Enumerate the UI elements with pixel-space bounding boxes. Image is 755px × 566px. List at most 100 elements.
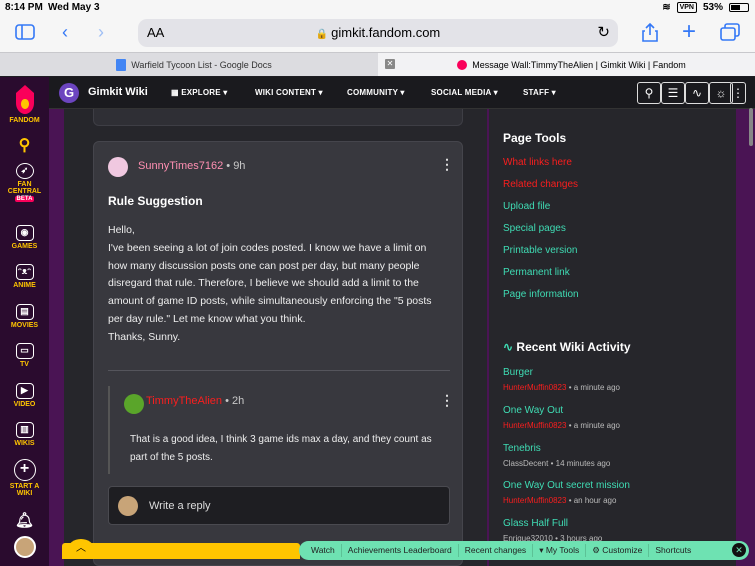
activity-user[interactable]: HunterMuffin0823	[503, 383, 566, 392]
search-icon[interactable]: ⚲	[0, 135, 49, 155]
current-user-avatar	[118, 496, 138, 516]
tabs-overview-icon[interactable]	[717, 20, 743, 44]
rail-video[interactable]: ▶ VIDEO	[0, 383, 49, 408]
rail-label: WIKIS	[14, 440, 35, 447]
tab-title: Warfield Tycoon List - Google Docs	[131, 59, 272, 70]
rail-fan-central[interactable]: ➶ FAN CENTRAL BETA	[0, 163, 49, 202]
play-icon: ▶	[15, 383, 34, 399]
tool-permanent-link[interactable]: Permanent link	[503, 267, 570, 278]
body-paragraph: Thanks, Sunny.	[108, 330, 181, 343]
nav-staff[interactable]: STAFF ▾	[523, 88, 556, 97]
activity-page-link[interactable]: One Way Out	[503, 405, 563, 416]
activity-user[interactable]: HunterMuffin0823	[503, 496, 566, 505]
fandom-logo[interactable]: FANDOM	[0, 83, 49, 124]
user-avatar[interactable]	[0, 536, 49, 558]
reply-options-icon[interactable]: ⋮	[440, 392, 454, 409]
wiki-title[interactable]: Gimkit Wiki	[88, 86, 148, 98]
tool-upload-file[interactable]: Upload file	[503, 201, 550, 212]
global-toolbar: Watch Achievements Leaderboard Recent ch…	[299, 541, 749, 560]
rail-wikis[interactable]: ▥ WIKIS	[0, 422, 49, 447]
notifications-bell-icon[interactable]: 🔔︎	[0, 511, 49, 529]
reply-input[interactable]: Write a reply	[108, 486, 450, 525]
forward-icon[interactable]: ›	[88, 20, 114, 44]
vpn-icon: VPN	[676, 2, 697, 13]
author-avatar[interactable]	[108, 157, 128, 177]
close-tab-icon[interactable]: ✕	[385, 59, 395, 69]
lock-icon: 🔒	[315, 29, 329, 40]
sidebar-toggle-icon[interactable]	[12, 20, 38, 44]
discussions-icon[interactable]: ☰	[661, 82, 685, 104]
new-message-card[interactable]	[93, 109, 463, 126]
wiki-search-icon[interactable]: ⚲	[637, 82, 661, 104]
activity-meta: ClassDecent • 14 minutes ago	[503, 459, 611, 468]
post-time: 9h	[233, 160, 246, 172]
rail-anime[interactable]: ᵔᴥᵔ ANIME	[0, 264, 49, 289]
watch-button[interactable]: Watch	[305, 544, 342, 557]
activity-user[interactable]: HunterMuffin0823	[503, 421, 566, 430]
tool-page-information[interactable]: Page information	[503, 289, 579, 300]
status-date: Wed May 3	[48, 2, 100, 13]
tab-message-wall[interactable]: Message Wall:TimmyTheAlien | Gimkit Wiki…	[378, 53, 755, 76]
tool-printable-version[interactable]: Printable version	[503, 245, 577, 256]
nav-explore[interactable]: ▦ EXPLORE ▾	[171, 88, 227, 97]
activity-page-link[interactable]: Tenebris	[503, 443, 541, 454]
share-icon[interactable]	[637, 20, 663, 44]
customize-button[interactable]: ⚙ Customize	[586, 544, 650, 557]
scrollbar[interactable]	[749, 108, 753, 146]
rail-movies[interactable]: ▤ MOVIES	[0, 304, 49, 329]
activity-user[interactable]: ClassDecent	[503, 459, 548, 468]
rocket-icon: ➶	[15, 163, 34, 179]
reply-placeholder: Write a reply	[149, 500, 211, 512]
rail-label: MOVIES	[10, 322, 39, 329]
gimkit-logo[interactable]: G	[59, 83, 79, 103]
tool-special-pages[interactable]: Special pages	[503, 223, 566, 234]
shortcuts-button[interactable]: Shortcuts	[649, 544, 697, 557]
close-toolbar-icon[interactable]: ✕	[732, 543, 746, 557]
rail-start-wiki[interactable]: + START A WIKI	[0, 459, 49, 497]
tool-what-links-here[interactable]: What links here	[503, 157, 572, 168]
activity-page-link[interactable]: One Way Out secret mission	[503, 480, 630, 491]
new-tab-icon[interactable]: +	[676, 18, 702, 45]
wifi-icon: ≋	[662, 2, 671, 13]
activity-meta: HunterMuffin0823 • an hour ago	[503, 496, 617, 505]
tab-title: Message Wall:TimmyTheAlien | Gimkit Wiki…	[472, 59, 686, 70]
recent-changes-button[interactable]: Recent changes	[459, 544, 534, 557]
back-icon[interactable]: ‹	[52, 20, 78, 44]
message-wall: SunnyTimes7162 • 9h ⋮ Rule Suggestion He…	[64, 109, 487, 566]
reload-icon[interactable]: ↻	[597, 23, 610, 41]
plus-icon: +	[13, 459, 36, 481]
reply-avatar[interactable]	[124, 394, 144, 414]
page-tools-title: Page Tools	[503, 131, 567, 145]
rail-tv[interactable]: ▭ TV	[0, 343, 49, 368]
reply-author[interactable]: TimmyTheAlien	[146, 395, 222, 407]
activity-page-link[interactable]: Glass Half Full	[503, 518, 568, 529]
tab-google-docs[interactable]: Warfield Tycoon List - Google Docs	[0, 53, 378, 76]
nav-wiki-content[interactable]: WIKI CONTENT ▾	[255, 88, 323, 97]
beta-badge: BETA	[14, 196, 35, 202]
activity-icon: ∿	[503, 340, 514, 354]
post-author[interactable]: SunnyTimes7162	[138, 160, 223, 172]
fandom-label: FANDOM	[9, 117, 40, 124]
rail-label: START A WIKI	[9, 483, 40, 497]
tool-related-changes[interactable]: Related changes	[503, 179, 578, 190]
more-menu-icon[interactable]: ⋮	[730, 82, 746, 104]
url-text: gimkit.fandom.com	[331, 25, 441, 40]
my-tools-button[interactable]: ▾ My Tools	[533, 544, 587, 557]
nav-social-media[interactable]: SOCIAL MEDIA ▾	[431, 88, 498, 97]
rail-games[interactable]: ◉ GAMES	[0, 225, 49, 250]
nav-community[interactable]: COMMUNITY ▾	[347, 88, 405, 97]
rail-label: ANIME	[13, 282, 36, 289]
right-rail: Page Tools What links here Related chang…	[489, 109, 736, 566]
chevron-up-icon[interactable]: ︿	[68, 539, 94, 559]
activity-page-link[interactable]: Burger	[503, 367, 533, 378]
address-bar[interactable]: AA 🔒 gimkit.fandom.com ↻	[138, 19, 618, 47]
browser-toolbar: ‹ › AA 🔒 gimkit.fandom.com ↻ +	[0, 14, 755, 52]
movie-icon: ▤	[15, 304, 34, 320]
reply-time: 2h	[231, 395, 245, 407]
post-options-icon[interactable]: ⋮	[440, 156, 454, 173]
status-bar: 8:14 PM Wed May 3 ≋ VPN 53%	[0, 0, 755, 14]
wiki-navigation: G Gimkit Wiki ▦ EXPLORE ▾ WIKI CONTENT ▾…	[49, 77, 755, 109]
status-icons: ≋ VPN 53%	[662, 2, 749, 13]
activity-icon[interactable]: ∿	[685, 82, 709, 104]
achievements-leaderboard-button[interactable]: Achievements Leaderboard	[342, 544, 459, 557]
